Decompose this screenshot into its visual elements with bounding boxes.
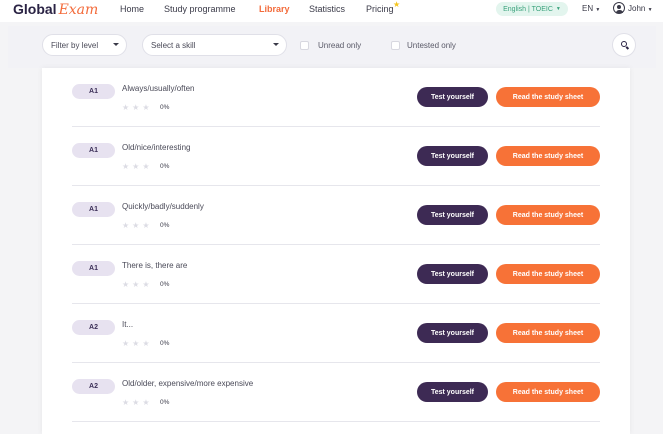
lesson-title[interactable]: Always/usually/often — [122, 84, 194, 93]
lesson-row: A1 Quickly/badly/suddenly ★ ★ ★ 0% Test yo… — [72, 186, 600, 245]
star-icon: ★ — [122, 162, 130, 171]
level-filter-label: Filter by level — [51, 40, 99, 50]
star-icon: ★ — [122, 339, 130, 348]
chevron-down-icon — [273, 43, 279, 46]
lesson-row: A1 Old/nice/interesting ★ ★ ★ 0% Test your… — [72, 127, 600, 186]
test-yourself-button[interactable]: Test yourself — [417, 87, 488, 107]
nav-statistics[interactable]: Statistics — [309, 4, 345, 14]
unread-only-label: Unread only — [318, 41, 362, 50]
filter-bar: Filter by level Select a skill Unread on… — [8, 26, 656, 68]
lesson-row: A1 There is, there are ★ ★ ★ 0% Test yours… — [72, 245, 600, 304]
test-yourself-button[interactable]: Test yourself — [417, 205, 488, 225]
logo-main-text: Global — [13, 1, 57, 17]
star-icon: ★ — [132, 280, 140, 289]
user-menu[interactable]: John ▼ — [628, 4, 653, 13]
search-button[interactable] — [612, 33, 636, 57]
star-icon: ★ — [122, 221, 130, 230]
star-icon: ★ — [122, 398, 130, 407]
level-badge: A1 — [72, 202, 115, 217]
star-icon: ★ — [132, 162, 140, 171]
language-label: EN — [582, 4, 594, 13]
nav-pricing[interactable]: Pricing — [366, 4, 394, 14]
progress-percent: 0% — [160, 399, 170, 406]
unread-only-checkbox[interactable] — [300, 41, 309, 50]
nav-library[interactable]: Library — [259, 4, 290, 14]
lesson-row: A1 Always/usually/often ★ ★ ★ 0% Test your… — [72, 68, 600, 127]
lesson-title[interactable]: Quickly/badly/suddenly — [122, 202, 204, 211]
read-study-sheet-button[interactable]: Read the study sheet — [496, 323, 600, 343]
star-icon: ★ — [132, 103, 140, 112]
progress-percent: 0% — [160, 163, 170, 170]
lesson-title[interactable]: Old/nice/interesting — [122, 143, 190, 152]
rating-stars: ★ ★ ★ — [122, 339, 150, 349]
rating-stars: ★ ★ ★ — [122, 398, 150, 408]
pricing-star-icon: ★ — [393, 0, 401, 9]
progress-percent: 0% — [160, 222, 170, 229]
star-icon: ★ — [142, 162, 150, 171]
untested-only-checkbox[interactable] — [391, 41, 400, 50]
level-badge: A1 — [72, 84, 115, 99]
test-yourself-button[interactable]: Test yourself — [417, 323, 488, 343]
star-icon: ★ — [142, 398, 150, 407]
lesson-row: A2 It... ★ ★ ★ 0% Test yourself Read the s… — [72, 304, 600, 363]
read-study-sheet-button[interactable]: Read the study sheet — [496, 146, 600, 166]
level-badge: A1 — [72, 261, 115, 276]
top-navigation: Global Exam Home Study programme Library … — [0, 0, 663, 22]
test-yourself-button[interactable]: Test yourself — [417, 146, 488, 166]
lesson-title[interactable]: It... — [122, 320, 133, 329]
read-study-sheet-button[interactable]: Read the study sheet — [496, 205, 600, 225]
progress-percent: 0% — [160, 281, 170, 288]
chevron-down-icon — [113, 43, 119, 46]
level-filter-dropdown[interactable]: Filter by level — [42, 34, 127, 56]
read-study-sheet-button[interactable]: Read the study sheet — [496, 382, 600, 402]
star-icon: ★ — [132, 339, 140, 348]
skill-select[interactable]: Select a skill — [142, 34, 287, 56]
level-badge: A2 — [72, 320, 115, 335]
star-icon: ★ — [142, 280, 150, 289]
lesson-title[interactable]: There is, there are — [122, 261, 187, 270]
lesson-row: A2 Old/older, expensive/more expensive ★… — [72, 363, 600, 422]
star-icon: ★ — [122, 280, 130, 289]
exam-selector-label: English | TOEIC — [503, 5, 553, 13]
chevron-down-icon: ▼ — [595, 7, 601, 13]
read-study-sheet-button[interactable]: Read the study sheet — [496, 87, 600, 107]
user-avatar-icon[interactable] — [613, 2, 625, 14]
language-selector[interactable]: EN ▼ — [582, 4, 600, 13]
progress-percent: 0% — [160, 340, 170, 347]
star-icon: ★ — [122, 103, 130, 112]
test-yourself-button[interactable]: Test yourself — [417, 382, 488, 402]
chevron-down-icon: ▼ — [555, 6, 561, 12]
progress-percent: 0% — [160, 104, 170, 111]
rating-stars: ★ ★ ★ — [122, 103, 150, 113]
globalexam-logo[interactable]: Global Exam — [13, 1, 98, 18]
skill-select-placeholder: Select a skill — [151, 40, 196, 50]
star-icon: ★ — [132, 398, 140, 407]
star-icon: ★ — [142, 221, 150, 230]
untested-only-label: Untested only — [407, 41, 456, 50]
level-badge: A2 — [72, 379, 115, 394]
lesson-list: A1 Always/usually/often ★ ★ ★ 0% Test your… — [42, 68, 630, 434]
rating-stars: ★ ★ ★ — [122, 280, 150, 290]
rating-stars: ★ ★ ★ — [122, 221, 150, 231]
nav-home[interactable]: Home — [120, 4, 144, 14]
rating-stars: ★ ★ ★ — [122, 162, 150, 172]
star-icon: ★ — [142, 103, 150, 112]
level-badge: A1 — [72, 143, 115, 158]
star-icon: ★ — [132, 221, 140, 230]
logo-accent-text: Exam — [58, 2, 99, 18]
chevron-down-icon: ▼ — [647, 7, 653, 13]
star-icon: ★ — [142, 339, 150, 348]
lesson-title[interactable]: Old/older, expensive/more expensive — [122, 379, 253, 388]
exam-selector[interactable]: English | TOEIC ▼ — [496, 2, 568, 16]
nav-study-programme[interactable]: Study programme — [164, 4, 236, 14]
test-yourself-button[interactable]: Test yourself — [417, 264, 488, 284]
read-study-sheet-button[interactable]: Read the study sheet — [496, 264, 600, 284]
user-name-label: John — [628, 4, 646, 13]
